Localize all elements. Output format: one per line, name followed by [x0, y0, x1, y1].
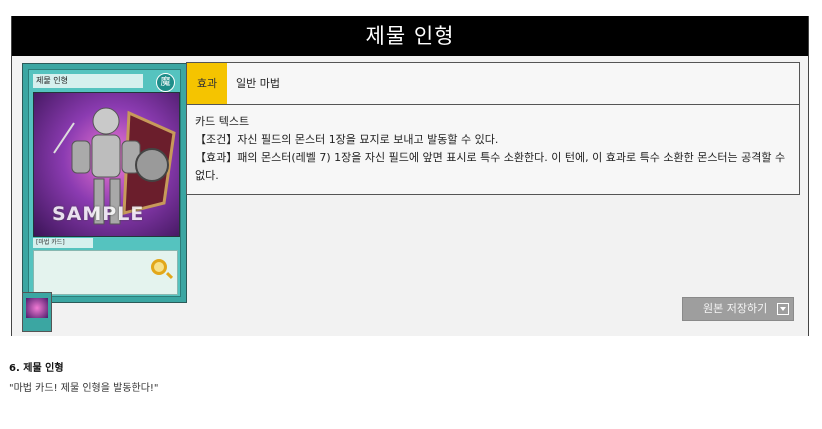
card-textbox	[33, 250, 178, 295]
save-button-label: 원본 저장하기	[703, 302, 768, 315]
card-text-heading: 카드 텍스트	[195, 115, 250, 128]
effect-tag: 효과	[187, 63, 227, 104]
card-detail-panel: 제물 인형 제물 인형 魔 SAMPLE [마법 카드] 효과 일반 마법 카드…	[11, 16, 809, 336]
card-condition: 【조건】자신 필드의 몬스터 1장을 묘지로 보내고 발동할 수 있다.	[195, 133, 499, 146]
card-image[interactable]: 제물 인형 魔 SAMPLE [마법 카드]	[22, 63, 187, 303]
card-type-row: 효과 일반 마법	[187, 63, 799, 105]
card-effect: 【효과】패의 몬스터(레벨 7) 1장을 자신 필드에 앞면 표시로 특수 소환…	[195, 151, 786, 182]
card-artwork: SAMPLE	[33, 92, 180, 237]
save-original-button[interactable]: 원본 저장하기	[682, 297, 794, 321]
caption-title: 6. 제물 인형	[9, 363, 64, 374]
sample-watermark: SAMPLE	[52, 203, 145, 225]
card-info-table: 효과 일반 마법 카드 텍스트 【조건】자신 필드의 몬스터 1장을 묘지로 보…	[186, 62, 800, 195]
card-type-line: [마법 카드]	[33, 238, 93, 248]
page-title: 제물 인형	[12, 16, 808, 56]
card-thumbnail[interactable]	[22, 292, 52, 332]
caption-quote: "마법 카드! 제물 인형을 발동한다!"	[9, 383, 159, 394]
magnifier-icon[interactable]	[151, 259, 167, 275]
card-attribute-icon: 魔	[156, 73, 175, 92]
card-image-name: 제물 인형	[33, 74, 143, 88]
thumbnail-art	[26, 298, 48, 318]
download-icon	[777, 303, 789, 315]
card-frame: 제물 인형 魔 SAMPLE [마법 카드]	[28, 69, 181, 297]
card-type: 일반 마법	[236, 77, 280, 90]
card-text-block: 카드 텍스트 【조건】자신 필드의 몬스터 1장을 묘지로 보내고 발동할 수 …	[195, 113, 793, 185]
